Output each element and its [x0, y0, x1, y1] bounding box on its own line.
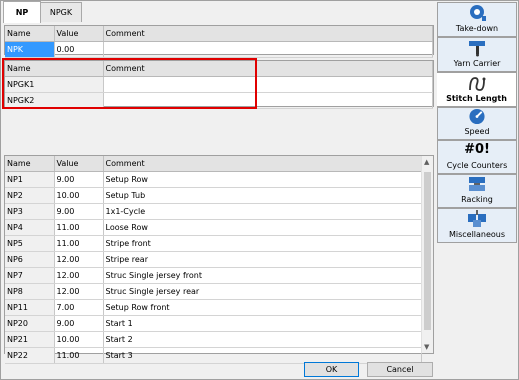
np-value-cell[interactable]: 10.00 — [54, 187, 104, 204]
np-comment-cell[interactable]: Setup Row — [103, 171, 422, 188]
ok-button[interactable]: OK — [304, 362, 359, 377]
column-header-comment[interactable]: Comment — [103, 156, 422, 172]
np-value-cell[interactable]: 9.00 — [54, 171, 104, 188]
npk-comment-cell[interactable] — [103, 41, 433, 58]
sidebar-item-label: Racking — [461, 195, 493, 204]
column-header-value[interactable]: Value — [54, 156, 104, 172]
stitch-length-icon — [468, 77, 485, 91]
np-comment-cell[interactable]: Stripe rear — [103, 251, 422, 268]
sidebar-item-label: Yarn Carrier — [453, 59, 501, 68]
miscellaneous-icon — [468, 210, 486, 227]
table-row[interactable]: NP5 11.00 Stripe front — [5, 235, 422, 252]
vertical-scrollbar[interactable]: ▲ ▼ — [421, 156, 433, 353]
take-down-icon — [470, 5, 486, 21]
scroll-thumb[interactable] — [424, 172, 431, 330]
table-row[interactable]: NP21 10.00 Start 2 — [5, 331, 422, 348]
table-row[interactable]: NP22 11.00 Start 3 — [5, 347, 422, 364]
np-name-cell: NP7 — [5, 267, 55, 284]
tab-npgk[interactable]: NPGK — [40, 2, 82, 22]
np-name-cell: NP4 — [5, 219, 55, 236]
npk-table: Name Value Comment NPK 0.00 — [4, 25, 434, 58]
np-value-cell[interactable]: 12.00 — [54, 251, 104, 268]
np-table: Name Value Comment NP1 9.00 Setup Row NP2 10… — [4, 155, 434, 364]
column-header-comment[interactable]: Comment — [103, 26, 433, 42]
np-comment-cell[interactable]: Start 1 — [103, 315, 422, 332]
np-comment-cell[interactable]: Struc Single jersey rear — [103, 283, 422, 300]
np-name-cell: NP11 — [5, 299, 55, 316]
table-row[interactable]: NPK 0.00 — [5, 41, 433, 58]
table-row[interactable]: NP1 9.00 Setup Row — [5, 171, 422, 188]
sidebar-item-label: Cycle Counters — [446, 161, 508, 170]
np-value-cell[interactable]: 9.00 — [54, 203, 104, 220]
np-name-cell: NP8 — [5, 283, 55, 300]
np-value-cell[interactable]: 10.00 — [54, 331, 104, 348]
sidebar-item-speed[interactable]: Speed — [437, 107, 517, 140]
tab-np[interactable]: NP — [3, 1, 41, 23]
sidebar-item-label: Stitch Length — [446, 94, 507, 103]
table-row[interactable]: NP4 11.00 Loose Row — [5, 219, 422, 236]
table-row[interactable]: NP8 12.00 Struc Single jersey rear — [5, 283, 422, 300]
np-comment-cell[interactable]: Struc Single jersey front — [103, 267, 422, 284]
np-value-cell[interactable]: 11.00 — [54, 347, 104, 364]
column-header-name[interactable]: Name — [5, 26, 55, 42]
sidebar-item-take-down[interactable]: Take-down — [437, 2, 517, 37]
np-name-cell: NP22 — [5, 347, 55, 364]
sidebar-item-label: Speed — [464, 127, 490, 136]
cancel-button[interactable]: Cancel — [367, 362, 433, 377]
sidebar-item-miscellaneous[interactable]: Miscellaneous — [437, 208, 517, 243]
np-comment-cell[interactable]: Loose Row — [103, 219, 422, 236]
np-name-cell: NP6 — [5, 251, 55, 268]
tab-npgk-label: NPGK — [49, 8, 73, 17]
npk-name-cell[interactable]: NPK — [5, 41, 55, 58]
sidebar-item-label: Take-down — [455, 24, 499, 33]
np-name-cell: NP21 — [5, 331, 55, 348]
np-name-cell: NP1 — [5, 171, 55, 188]
scroll-up-arrow[interactable]: ▲ — [424, 158, 429, 166]
np-comment-cell[interactable]: Stripe front — [103, 235, 422, 252]
yarn-carrier-icon — [469, 41, 485, 57]
tab-np-label: NP — [15, 8, 29, 17]
sidebar-item-cycle-counters[interactable]: #0! Cycle Counters — [437, 140, 517, 174]
table-row[interactable]: NP6 12.00 Stripe rear — [5, 251, 422, 268]
table-row[interactable]: NP3 9.00 1x1-Cycle — [5, 203, 422, 220]
np-comment-cell[interactable]: Setup Row front — [103, 299, 422, 316]
speed-icon — [469, 108, 485, 125]
np-comment-cell[interactable]: Setup Tub — [103, 187, 422, 204]
np-name-cell: NP3 — [5, 203, 55, 220]
sidebar-item-stitch-length[interactable]: Stitch Length — [437, 72, 517, 107]
sidebar-item-yarn-carrier[interactable]: Yarn Carrier — [437, 37, 517, 72]
table-row[interactable]: NP7 12.00 Struc Single jersey front — [5, 267, 422, 284]
racking-icon — [469, 177, 485, 191]
np-table-header: Name Value Comment — [5, 156, 422, 172]
np-comment-cell[interactable]: 1x1-Cycle — [103, 203, 422, 220]
np-name-cell: NP5 — [5, 235, 55, 252]
highlight-box — [2, 58, 257, 109]
np-value-cell[interactable]: 7.00 — [54, 299, 104, 316]
column-header-name[interactable]: Name — [5, 156, 55, 172]
np-value-cell[interactable]: 12.00 — [54, 267, 104, 284]
np-value-cell[interactable]: 9.00 — [54, 315, 104, 332]
npk-table-header: Name Value Comment — [5, 26, 433, 42]
np-value-cell[interactable]: 12.00 — [54, 283, 104, 300]
table-row[interactable]: NP20 9.00 Start 1 — [5, 315, 422, 332]
cycle-counters-icon: #0! — [464, 142, 490, 157]
sidebar-item-racking[interactable]: Racking — [437, 174, 517, 208]
np-name-cell: NP20 — [5, 315, 55, 332]
sidebar-item-label: Miscellaneous — [448, 230, 506, 239]
np-comment-cell[interactable]: Start 2 — [103, 331, 422, 348]
table-row[interactable]: NP11 7.00 Setup Row front — [5, 299, 422, 316]
np-name-cell: NP2 — [5, 187, 55, 204]
np-value-cell[interactable]: 11.00 — [54, 235, 104, 252]
npk-value-cell[interactable]: 0.00 — [54, 41, 104, 58]
scroll-down-arrow[interactable]: ▼ — [424, 343, 429, 351]
np-value-cell[interactable]: 11.00 — [54, 219, 104, 236]
column-header-value[interactable]: Value — [54, 26, 104, 42]
table-row[interactable]: NP2 10.00 Setup Tub — [5, 187, 422, 204]
